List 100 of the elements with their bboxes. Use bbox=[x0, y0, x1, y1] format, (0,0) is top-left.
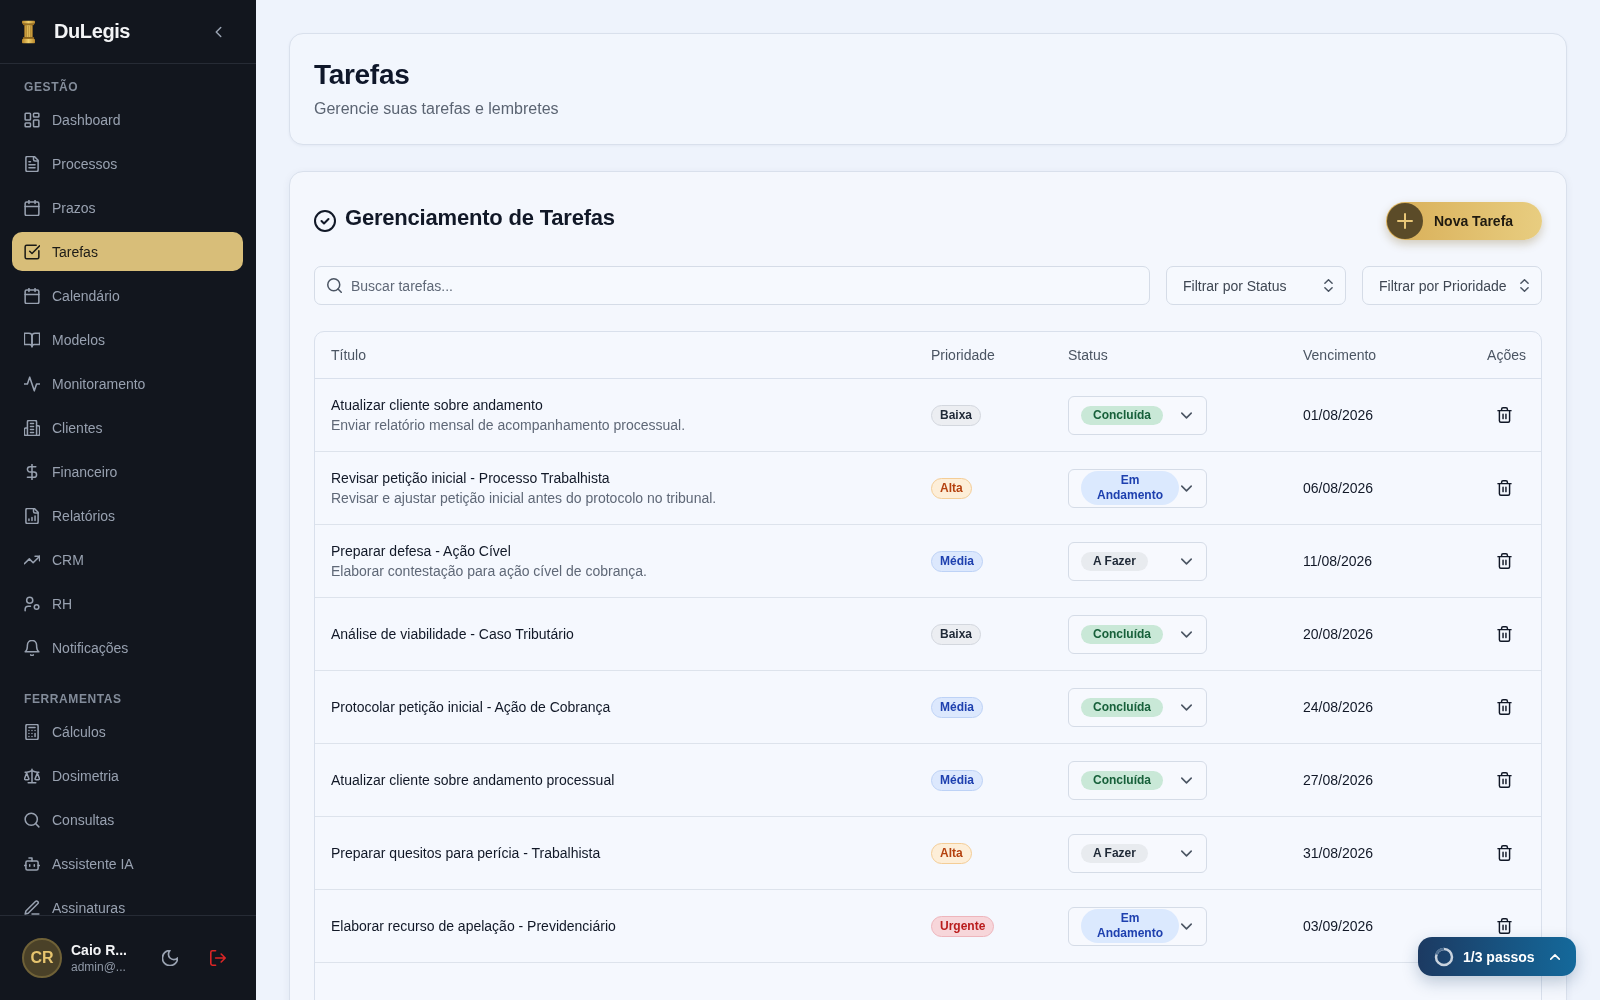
status-select[interactable]: A Fazer bbox=[1068, 541, 1207, 581]
dashboard-grid-icon bbox=[24, 111, 40, 128]
priority-badge: Baixa bbox=[931, 623, 982, 645]
document-icon bbox=[24, 155, 40, 172]
task-title: Elaborar recurso de apelação - Previdenciário bbox=[331, 916, 616, 936]
calendar-icon bbox=[24, 199, 40, 216]
due-date: 06/08/2026 bbox=[1303, 480, 1374, 496]
task-title: Preparar quesitos para perícia - Trabalhista bbox=[331, 843, 601, 863]
book-icon bbox=[24, 331, 40, 348]
building-icon bbox=[24, 419, 40, 436]
task-title: Protocolar petição inicial - Ação de Cobrança bbox=[331, 697, 611, 717]
column-header: Prioridade bbox=[931, 347, 995, 363]
chevron-down-icon bbox=[1181, 484, 1192, 492]
plus-icon bbox=[1387, 203, 1423, 239]
nav-item[interactable]: Monitoramento bbox=[12, 364, 243, 403]
chevron-down-icon bbox=[1181, 411, 1192, 419]
check-circle-icon bbox=[314, 210, 336, 232]
nav-item[interactable]: Modelos bbox=[12, 320, 243, 359]
calculator-icon bbox=[24, 723, 40, 740]
spinner-ring-icon bbox=[1434, 946, 1454, 967]
new-task-button[interactable]: Nova Tarefa bbox=[1386, 202, 1542, 240]
nav-item[interactable]: Clientes bbox=[12, 408, 243, 447]
search-icon bbox=[24, 811, 40, 828]
status-select[interactable]: Concluída bbox=[1068, 395, 1207, 435]
filter-select[interactable]: Filtrar por Prioridade bbox=[1362, 266, 1542, 305]
chevrons-up-down-icon bbox=[1520, 279, 1529, 292]
nav-item[interactable]: Tarefas bbox=[12, 232, 243, 271]
nav-item[interactable]: Calendário bbox=[12, 276, 243, 315]
search-field[interactable]: Buscar tarefas... bbox=[314, 266, 1150, 305]
dollar-icon bbox=[24, 463, 40, 480]
trash-icon bbox=[1496, 918, 1512, 934]
trash-icon bbox=[1496, 407, 1512, 423]
brand-name: DuLegis bbox=[54, 20, 131, 43]
nav-item[interactable]: Dashboard bbox=[12, 100, 243, 139]
column-header: Título bbox=[331, 347, 366, 363]
user-email: admin@... bbox=[71, 959, 127, 975]
chevron-down-icon bbox=[1181, 776, 1192, 784]
robot-icon bbox=[24, 855, 40, 872]
nav-item[interactable]: Assinaturas bbox=[12, 888, 243, 915]
status-badge: Concluída bbox=[1081, 770, 1163, 790]
chevron-down-icon bbox=[1181, 922, 1192, 930]
status-badge: Concluída bbox=[1081, 697, 1163, 717]
status-badge: A Fazer bbox=[1081, 843, 1148, 863]
priority-badge: Baixa bbox=[931, 404, 982, 426]
status-select[interactable]: Em Andamento bbox=[1068, 906, 1207, 946]
status-badge: Em Andamento bbox=[1081, 471, 1179, 505]
moon-icon bbox=[162, 950, 178, 966]
nav-item[interactable]: Financeiro bbox=[12, 452, 243, 491]
search-icon bbox=[327, 278, 342, 293]
due-date: 31/08/2026 bbox=[1303, 845, 1374, 861]
checkbox-icon bbox=[24, 243, 40, 260]
pulse-line-icon bbox=[24, 375, 40, 392]
column-header: Status bbox=[1068, 347, 1108, 363]
nav-item[interactable]: Notificações bbox=[12, 628, 243, 667]
nav-item[interactable]: Dosimetria bbox=[12, 756, 243, 795]
bell-icon bbox=[24, 639, 40, 656]
nav-item[interactable]: Cálculos bbox=[12, 712, 243, 751]
task-description: Elaborar contestação para ação cível de cobrança. bbox=[331, 561, 647, 581]
status-select[interactable]: Concluída bbox=[1068, 687, 1207, 727]
chevron-left-icon bbox=[213, 25, 223, 38]
trash-icon bbox=[1496, 772, 1512, 788]
tour-progress-button[interactable]: 1/3 passos bbox=[1418, 937, 1576, 976]
chevrons-up-down-icon bbox=[1324, 279, 1333, 292]
nav-item[interactable]: Prazos bbox=[12, 188, 243, 227]
nav-item[interactable]: CRM bbox=[12, 540, 243, 579]
status-select[interactable]: Concluída bbox=[1068, 614, 1207, 654]
trash-icon bbox=[1496, 845, 1512, 861]
nav-item[interactable]: Consultas bbox=[12, 800, 243, 839]
status-badge: Em Andamento bbox=[1081, 909, 1179, 943]
trash-icon bbox=[1496, 480, 1512, 496]
column-header: Vencimento bbox=[1303, 347, 1377, 363]
status-select[interactable]: Em Andamento bbox=[1068, 468, 1207, 508]
priority-badge: Alta bbox=[931, 842, 972, 864]
page-subtitle: Gerencie suas tarefas e lembretes bbox=[314, 99, 560, 119]
nav-item[interactable]: Assistente IA bbox=[12, 844, 243, 883]
task-description: Enviar relatório mensal de acompanhamento processual. bbox=[331, 415, 686, 435]
user-avatar: CR bbox=[22, 938, 62, 978]
nav-item[interactable]: Processos bbox=[12, 144, 243, 183]
task-title: Preparar defesa - Ação Cível bbox=[331, 541, 511, 561]
chevron-down-icon bbox=[1181, 703, 1192, 711]
nav-item[interactable]: RH bbox=[12, 584, 243, 623]
trash-icon bbox=[1496, 626, 1512, 642]
column-header: Ações bbox=[1487, 347, 1526, 363]
status-select[interactable]: Concluída bbox=[1068, 760, 1207, 800]
priority-badge: Média bbox=[931, 769, 983, 791]
task-title: Atualizar cliente sobre andamento processual bbox=[331, 770, 615, 790]
nav-item[interactable]: Relatórios bbox=[12, 496, 243, 535]
status-badge: A Fazer bbox=[1081, 551, 1148, 571]
filter-select[interactable]: Filtrar por Status bbox=[1166, 266, 1346, 305]
task-title: Atualizar cliente sobre andamento bbox=[331, 395, 543, 415]
logout-icon bbox=[210, 950, 226, 966]
chevron-down-icon bbox=[1181, 849, 1192, 857]
trash-icon bbox=[1496, 553, 1512, 569]
section-label: GESTÃO bbox=[23, 79, 80, 95]
status-select[interactable]: A Fazer bbox=[1068, 833, 1207, 873]
chevron-down-icon bbox=[1181, 557, 1192, 565]
priority-badge: Média bbox=[931, 550, 983, 572]
due-date: 24/08/2026 bbox=[1303, 699, 1374, 715]
status-badge: Concluída bbox=[1081, 624, 1163, 644]
due-date: 03/09/2026 bbox=[1303, 918, 1374, 934]
